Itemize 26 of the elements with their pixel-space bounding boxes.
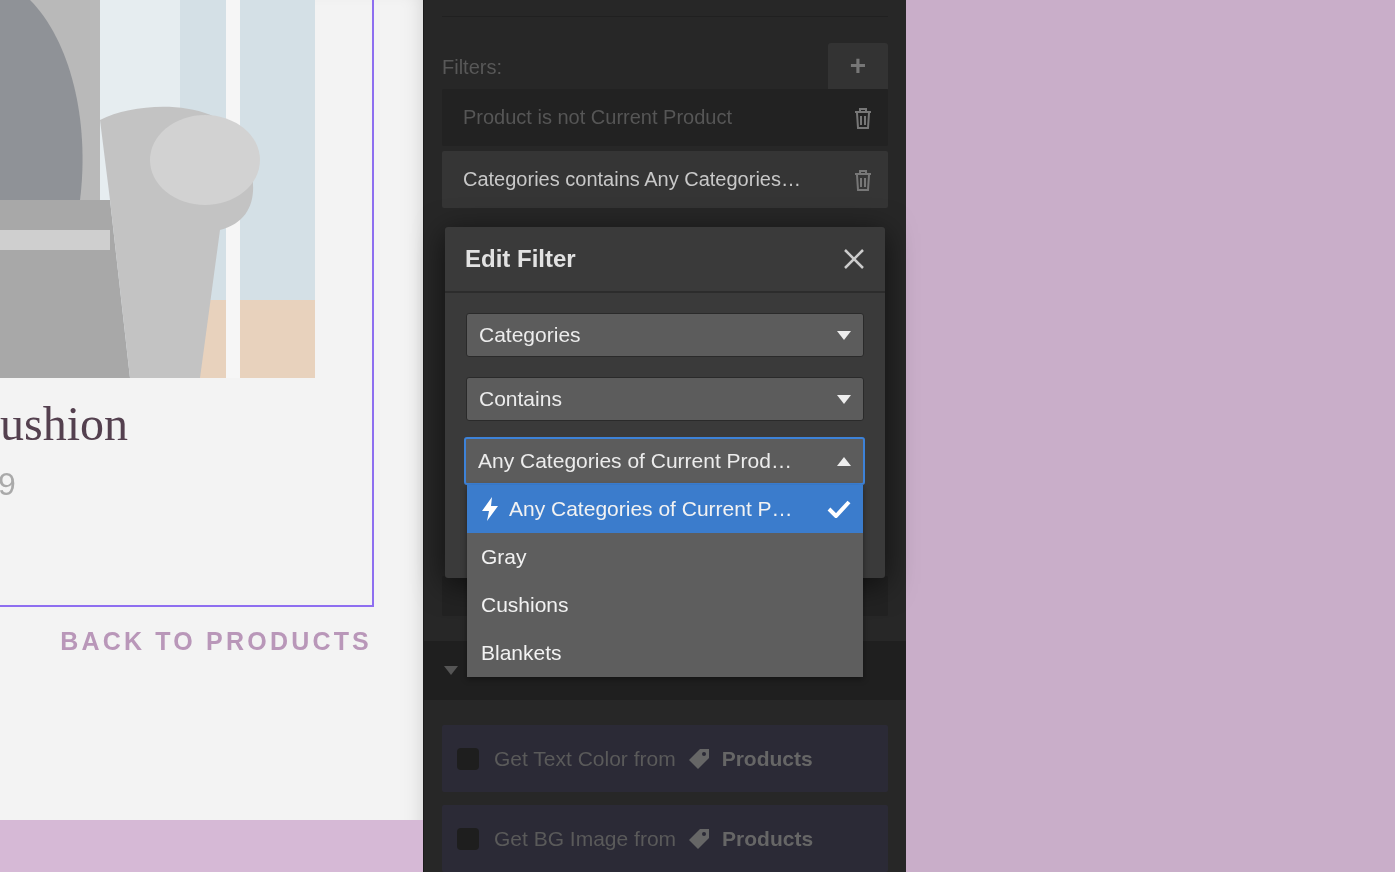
caret-up-icon	[837, 456, 851, 466]
lightning-icon	[481, 497, 499, 521]
select-field[interactable]: Categories	[466, 313, 864, 357]
checkbox[interactable]	[457, 747, 479, 770]
dropdown-option[interactable]: Gray	[467, 533, 863, 581]
product-title: ushion	[0, 400, 129, 448]
select-field[interactable]: Any Categories of Current Prod…	[464, 437, 865, 485]
source-name: Products	[721, 746, 813, 771]
trash-icon[interactable]	[854, 106, 872, 129]
caret-down-icon[interactable]	[444, 665, 458, 675]
dropdown-option[interactable]: Blankets	[467, 629, 863, 677]
product-price: 9	[0, 468, 17, 500]
source-name: Products	[722, 826, 814, 851]
caret-down-icon	[837, 330, 851, 340]
tag-icon	[687, 747, 710, 770]
filter-item[interactable]: Categories contains Any Categories…	[442, 151, 888, 209]
dropdown-option[interactable]: Cushions	[467, 581, 863, 629]
check-icon	[827, 500, 851, 518]
select-field[interactable]: Contains	[466, 377, 864, 421]
dialog-title: Edit Filter	[465, 245, 576, 273]
dropdown-option[interactable]: Any Categories of Current P…	[467, 485, 863, 533]
checkbox[interactable]	[457, 827, 479, 850]
tag-icon	[688, 827, 711, 850]
close-button[interactable]	[843, 248, 865, 270]
trash-icon[interactable]	[854, 168, 872, 191]
caret-down-icon	[837, 394, 851, 404]
